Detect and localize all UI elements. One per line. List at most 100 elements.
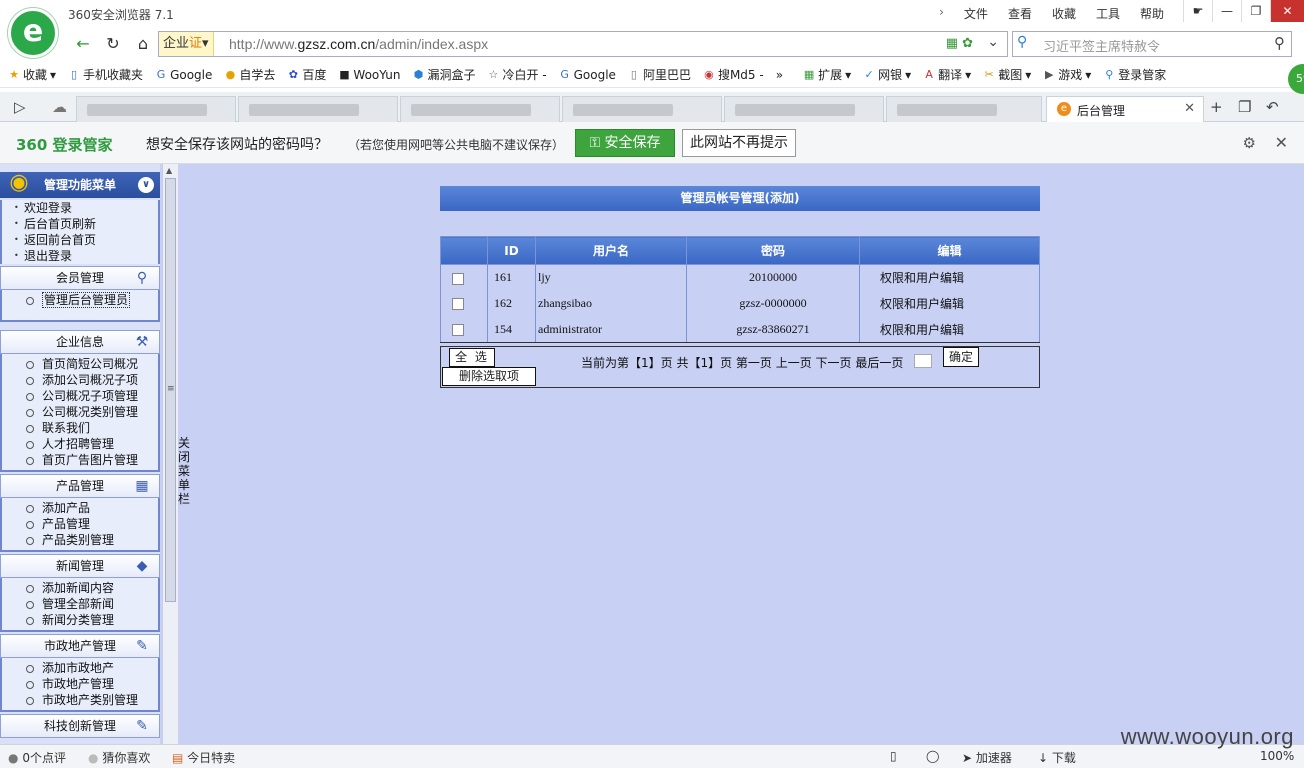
tab-blurred-6[interactable]: [886, 96, 1042, 122]
ext-login-manager[interactable]: ⚲ 登录管家: [1103, 66, 1166, 83]
phone-icon[interactable]: ▯: [890, 749, 897, 763]
fav-zixuequ[interactable]: ● 自学去: [224, 66, 276, 83]
chevron-down-icon[interactable]: ⌄: [987, 34, 999, 50]
row-checkbox[interactable]: [452, 272, 464, 285]
ext-translate[interactable]: A 翻译 ▾: [923, 66, 971, 83]
splitter-grip-icon[interactable]: ≡: [167, 384, 175, 394]
never-prompt-button[interactable]: 此网站不再提示: [682, 129, 796, 157]
sidebar-item[interactable]: 公司概况子项管理: [2, 388, 158, 404]
cloud-icon[interactable]: ☁: [52, 98, 67, 116]
scroll-up-icon[interactable]: ▲: [166, 166, 172, 175]
home-icon[interactable]: ⌂: [132, 34, 154, 54]
guess-status[interactable]: ● 猜你喜欢: [88, 749, 150, 766]
new-tab-icon[interactable]: +: [1210, 98, 1223, 116]
more-favorites-icon[interactable]: »: [776, 68, 783, 82]
sidebar-item[interactable]: 联系我们: [2, 420, 158, 436]
sidebar-item[interactable]: 产品管理: [2, 516, 158, 532]
fav-md5[interactable]: ◉ 搜Md5 -: [703, 66, 764, 83]
group-header[interactable]: 新闻管理 ◆: [0, 554, 160, 578]
collapse-icon[interactable]: ∨: [138, 177, 154, 193]
chevron-right-icon[interactable]: ›: [939, 5, 944, 22]
ext-screenshot[interactable]: ✂ 截图 ▾: [983, 66, 1032, 83]
menu-tools[interactable]: 工具: [1096, 5, 1120, 22]
search-icon[interactable]: ⚲: [1274, 34, 1285, 52]
search-engine-icon[interactable]: ⚲: [1017, 34, 1027, 50]
tab-blurred-5[interactable]: [724, 96, 884, 122]
link-refresh-home[interactable]: 后台首页刷新: [2, 216, 158, 232]
enterprise-cert-badge[interactable]: 企业证▾: [159, 32, 214, 56]
gear-icon[interactable]: ⚙: [1243, 134, 1256, 152]
tab-list-icon[interactable]: ❐: [1238, 98, 1251, 116]
sidebar-item[interactable]: 管理全部新闻: [2, 596, 158, 612]
close-icon[interactable]: ✕: [1275, 133, 1288, 152]
sidebar-item[interactable]: 新闻分类管理: [2, 612, 158, 628]
maximize-button[interactable]: ❐: [1241, 0, 1270, 22]
fav-alibaba[interactable]: ▯ 阿里巴巴: [628, 66, 691, 83]
sidebar-scrollbar[interactable]: ▲ ≡: [162, 164, 178, 744]
group-header[interactable]: 产品管理 ▦: [0, 474, 160, 498]
link-welcome[interactable]: 欢迎登录: [2, 200, 158, 216]
fav-loudong[interactable]: ⬢ 漏洞盒子: [412, 66, 476, 83]
tab-blurred-4[interactable]: [562, 96, 722, 122]
minimize-button[interactable]: —: [1212, 0, 1241, 22]
fav-mobile[interactable]: ▯ 手机收藏夹: [68, 66, 143, 83]
go-button[interactable]: 确定: [943, 347, 979, 367]
sidebar-item[interactable]: 添加新闻内容: [2, 580, 158, 596]
address-bar[interactable]: 企业证▾ http://www.gzsz.com.cn/admin/index.…: [158, 31, 1008, 57]
pager-text[interactable]: 当前为第【1】页 共【1】页 第一页 上一页 下一页 最后一页: [581, 354, 903, 371]
undo-close-icon[interactable]: ↶: [1266, 98, 1279, 116]
sidebar-item[interactable]: 添加市政地产: [2, 660, 158, 676]
tab-admin[interactable]: e 后台管理 ✕: [1046, 96, 1204, 122]
select-all-button[interactable]: 全 选: [449, 348, 495, 367]
edit-link[interactable]: 权限和用户编辑: [859, 264, 1040, 291]
sidebar-item[interactable]: 市政地产类别管理: [2, 692, 158, 708]
search-box[interactable]: ⚲ 习近平签主席特赦令 ⚲: [1012, 31, 1292, 57]
fav-google[interactable]: G Google: [155, 68, 213, 82]
edit-link[interactable]: 权限和用户编辑: [859, 290, 1040, 317]
favorites-menu[interactable]: ★ 收藏 ▾: [8, 66, 56, 83]
url-text[interactable]: http://www.gzsz.com.cn/admin/index.aspx: [229, 36, 488, 52]
row-checkbox[interactable]: [452, 324, 464, 336]
qrcode-icon[interactable]: ▦ ✿: [946, 36, 973, 51]
close-menu-toggle[interactable]: 关闭菜单栏: [178, 436, 190, 506]
tab-blurred-2[interactable]: [238, 96, 398, 122]
delete-selected-button[interactable]: 删除选取项: [442, 367, 536, 386]
sidebar-item-admins[interactable]: 管理后台管理员: [2, 292, 158, 308]
link-front-home[interactable]: 返回前台首页: [2, 232, 158, 248]
ext-games[interactable]: ▶ 游戏 ▾: [1043, 66, 1091, 83]
download-button[interactable]: ↓ 下载: [1038, 749, 1076, 766]
group-header[interactable]: 科技创新管理 ✎: [0, 714, 160, 738]
sidebar-item[interactable]: 首页简短公司概况: [2, 356, 158, 372]
sidebar-item[interactable]: 首页广告图片管理: [2, 452, 158, 468]
safe-save-button[interactable]: ⚿ 安全保存: [575, 129, 675, 157]
close-tab-icon[interactable]: ✕: [1184, 101, 1195, 116]
group-header[interactable]: 企业信息 ⚒: [0, 330, 160, 354]
sidebar-item[interactable]: 添加公司概况子项: [2, 372, 158, 388]
menu-file[interactable]: 文件: [964, 5, 988, 22]
tab-blurred-3[interactable]: [400, 96, 560, 122]
sidebar-item[interactable]: 市政地产管理: [2, 676, 158, 692]
menu-view[interactable]: 查看: [1008, 5, 1032, 22]
sidebar-toggle-icon[interactable]: ▷: [14, 98, 26, 116]
group-header[interactable]: 会员管理 ⚲: [0, 266, 160, 290]
edit-link[interactable]: 权限和用户编辑: [859, 316, 1040, 343]
close-window-button[interactable]: ✕: [1270, 0, 1304, 22]
browser-logo-icon[interactable]: e: [8, 8, 58, 58]
zoom-level[interactable]: 100%: [1260, 749, 1294, 763]
page-number-input[interactable]: [914, 354, 932, 368]
fav-google-2[interactable]: G Google: [559, 68, 616, 82]
accelerator-button[interactable]: ➤ 加速器: [962, 749, 1012, 766]
sidebar-item[interactable]: 产品类别管理: [2, 532, 158, 548]
back-icon[interactable]: ←: [72, 34, 94, 54]
sidebar-item[interactable]: 公司概况类别管理: [2, 404, 158, 420]
sidebar-item[interactable]: 人才招聘管理: [2, 436, 158, 452]
search-input[interactable]: 习近平签主席特赦令: [1043, 36, 1160, 55]
menu-help[interactable]: 帮助: [1140, 5, 1164, 22]
link-logout[interactable]: 退出登录: [2, 248, 158, 264]
skin-icon[interactable]: ☛: [1183, 0, 1212, 22]
fav-wooyun[interactable]: ■ WooYun: [338, 68, 400, 82]
deals-status[interactable]: ▤ 今日特卖: [172, 749, 235, 766]
row-checkbox[interactable]: [452, 298, 464, 311]
menu-favorites[interactable]: 收藏: [1052, 5, 1076, 22]
ext-extend[interactable]: ▦ 扩展 ▾: [803, 66, 851, 83]
